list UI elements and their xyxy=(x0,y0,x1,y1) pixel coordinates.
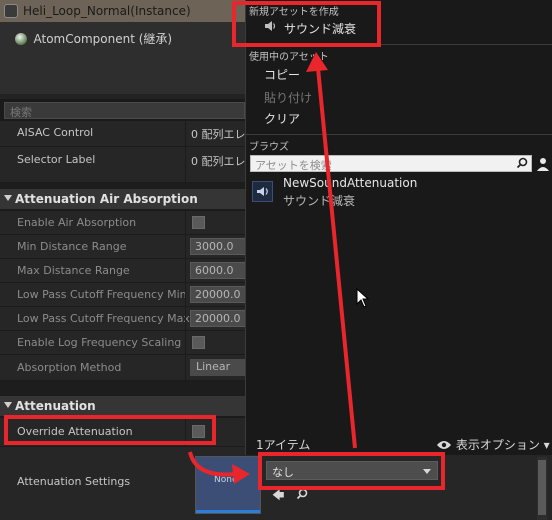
prop-label: Low Pass Cutoff Frequency Min xyxy=(17,288,187,301)
divider xyxy=(185,235,186,258)
lowpass-min-field[interactable]: 20000.0 xyxy=(190,286,250,303)
prop-row-selector-label: Selector Label 0 配列エレメ xyxy=(0,147,257,183)
prop-label: Enable Air Absorption xyxy=(17,216,137,229)
prop-label: Max Distance Range xyxy=(17,264,130,277)
prop-row-enable-air-absorption: Enable Air Absorption xyxy=(0,211,245,235)
user-filter-icon[interactable] xyxy=(535,156,551,172)
thumbnail-type-bar xyxy=(196,510,260,513)
prop-row-min-distance: Min Distance Range 3000.0 xyxy=(0,235,250,259)
thumbnail-label: None xyxy=(214,475,238,485)
search-icon xyxy=(516,157,528,169)
prop-label: Min Distance Range xyxy=(17,240,127,253)
eye-icon xyxy=(437,441,451,449)
annotation-box-override xyxy=(4,415,216,445)
section-header-attenuation[interactable]: Attenuation xyxy=(0,396,245,417)
prop-label: Selector Label xyxy=(17,153,96,166)
component-item-atom[interactable]: AtomComponent (継承) xyxy=(15,30,172,47)
divider xyxy=(185,211,186,234)
scrollbar-thumb[interactable] xyxy=(538,460,546,515)
divider xyxy=(185,331,186,354)
instance-tab[interactable]: Heli_Loop_Normal(Instance) xyxy=(0,0,245,22)
divider xyxy=(185,259,186,282)
mouse-cursor-icon xyxy=(356,288,370,308)
prop-label: Attenuation Settings xyxy=(17,475,131,488)
section-header-air-absorption[interactable]: Attenuation Air Absorption xyxy=(0,189,245,210)
browse-section-title: ブラウズ xyxy=(249,142,289,153)
asset-search-placeholder: アセットを検索 xyxy=(255,159,332,172)
asset-search-input[interactable]: アセットを検索 xyxy=(250,155,532,172)
prop-label: Low Pass Cutoff Frequency Max xyxy=(17,312,190,325)
chevron-down-icon: ▾ xyxy=(543,438,550,452)
lowpass-max-field[interactable]: 20000.0 xyxy=(190,310,250,327)
prop-label: Absorption Method xyxy=(17,361,122,374)
prop-row-aisac-control: AISAC Control 0 配列エレメ xyxy=(0,121,257,147)
asset-list-item-type: サウンド減衰 xyxy=(283,194,356,208)
current-asset-section-title: 使用中のアセット xyxy=(249,52,329,63)
instance-tab-title: Heli_Loop_Normal(Instance) xyxy=(23,4,191,18)
absorption-method-dropdown[interactable]: Linear xyxy=(190,359,250,376)
view-options-button[interactable]: 表示オプション ▾ xyxy=(436,436,550,453)
details-search-input[interactable]: 検索 xyxy=(4,102,245,119)
max-distance-field[interactable]: 6000.0 xyxy=(190,262,250,279)
clear-menu-item[interactable]: クリア xyxy=(264,110,300,127)
prop-row-max-distance: Max Distance Range 6000.0 xyxy=(0,259,250,283)
item-count: 1アイテム xyxy=(256,438,311,452)
expand-triangle-icon xyxy=(4,402,12,408)
asset-list-thumbnail[interactable] xyxy=(252,181,273,202)
details-search-placeholder: 検索 xyxy=(10,106,32,119)
divider xyxy=(246,134,552,135)
annotation-box-combo xyxy=(258,452,445,490)
asset-list-item-name[interactable]: NewSoundAttenuation xyxy=(283,176,417,190)
section-title: Attenuation xyxy=(15,399,96,413)
prop-row-absorption-method: Absorption Method Linear xyxy=(0,355,250,381)
divider xyxy=(185,283,186,306)
divider xyxy=(185,121,186,146)
log-frequency-checkbox[interactable] xyxy=(192,336,205,349)
paste-menu-item[interactable]: 貼り付け xyxy=(264,89,312,106)
prop-label: AISAC Control xyxy=(17,126,94,139)
blueprint-icon xyxy=(4,4,18,18)
prop-row-lowpass-max: Low Pass Cutoff Frequency Max 20000.0 xyxy=(0,307,250,331)
component-item-label: AtomComponent (継承) xyxy=(33,32,173,46)
asset-thumbnail[interactable]: None xyxy=(195,456,261,514)
prop-row-log-frequency: Enable Log Frequency Scaling xyxy=(0,331,245,355)
expand-triangle-icon xyxy=(4,195,12,201)
copy-menu-item[interactable]: コピー xyxy=(264,66,300,83)
min-distance-field[interactable]: 3000.0 xyxy=(190,238,250,255)
divider xyxy=(185,307,186,330)
view-options-label: 表示オプション xyxy=(455,438,540,452)
asset-picker-popup: 新規アセットを作成 サウンド減衰 使用中のアセット コピー 貼り付け クリア ブ… xyxy=(245,0,552,455)
atom-component-icon xyxy=(15,33,27,45)
enable-air-absorption-checkbox[interactable] xyxy=(192,216,205,229)
divider xyxy=(185,147,186,182)
divider xyxy=(0,94,245,99)
divider xyxy=(185,355,186,380)
prop-row-lowpass-min: Low Pass Cutoff Frequency Min 20000.0 xyxy=(0,283,250,307)
section-title: Attenuation Air Absorption xyxy=(15,192,198,206)
annotation-box-create-item xyxy=(232,1,381,47)
prop-label: Enable Log Frequency Scaling xyxy=(17,336,182,349)
section-gap xyxy=(0,381,245,396)
